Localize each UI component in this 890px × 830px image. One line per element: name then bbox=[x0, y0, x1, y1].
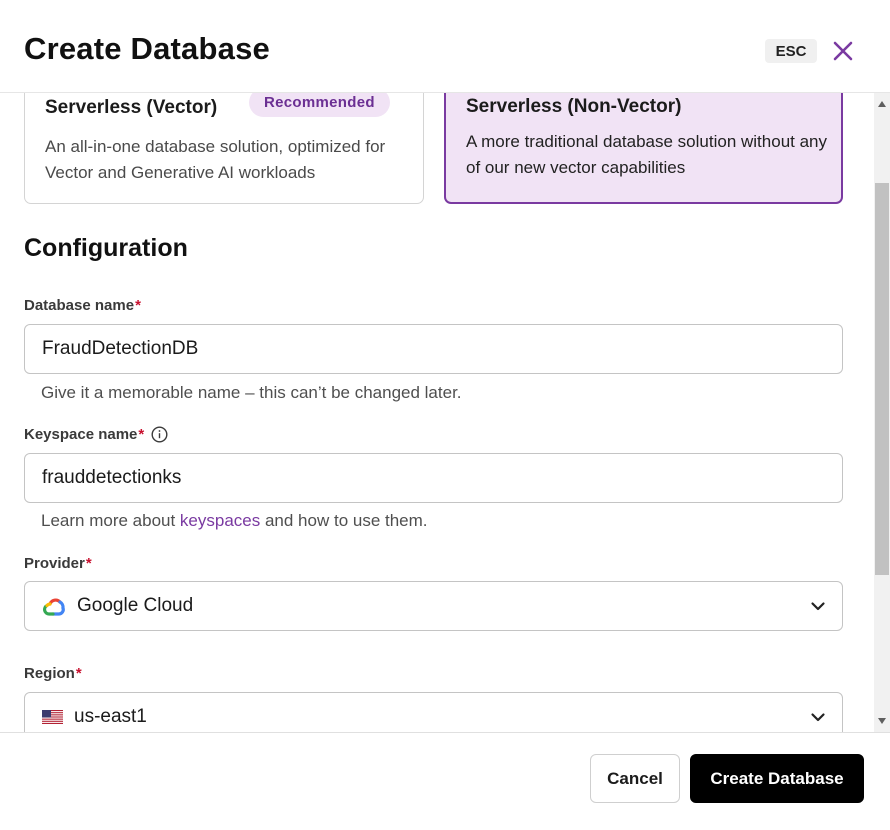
cancel-button[interactable]: Cancel bbox=[590, 754, 680, 803]
required-mark: * bbox=[85, 555, 92, 572]
keyspace-helper-text-end: and how to use them. bbox=[260, 511, 428, 530]
db-type-title: Serverless (Non-Vector) bbox=[466, 96, 682, 117]
keyspace-name-helper: Learn more about keyspaces and how to us… bbox=[41, 511, 428, 531]
configuration-heading: Configuration bbox=[24, 234, 188, 262]
scroll-down-arrow-icon[interactable] bbox=[878, 718, 886, 724]
db-type-description: An all-in-one database solution, optimiz… bbox=[45, 137, 386, 182]
chevron-down-icon bbox=[811, 713, 825, 722]
region-select[interactable]: us-east1 bbox=[24, 692, 843, 732]
required-mark: * bbox=[75, 665, 82, 682]
esc-key-hint: ESC bbox=[765, 39, 817, 63]
info-icon[interactable] bbox=[151, 426, 168, 443]
google-cloud-logo-icon bbox=[42, 598, 65, 616]
dialog-title: Create Database bbox=[24, 31, 270, 66]
provider-label: Provider * bbox=[24, 555, 92, 572]
scrollbar-thumb[interactable] bbox=[875, 183, 889, 575]
keyspace-name-label-text: Keyspace name bbox=[24, 426, 138, 443]
required-mark: * bbox=[138, 426, 145, 443]
dialog-body: Serverless (Vector) Recommended An all-i… bbox=[0, 93, 874, 732]
db-type-description: A more traditional database solution wit… bbox=[466, 132, 828, 177]
region-value: us-east1 bbox=[74, 706, 147, 727]
us-flag-icon bbox=[42, 710, 63, 724]
recommended-badge: Recommended bbox=[249, 93, 390, 117]
provider-label-text: Provider bbox=[24, 555, 85, 572]
provider-select[interactable]: Google Cloud bbox=[24, 581, 843, 631]
db-type-card-non-vector[interactable]: Serverless (Non-Vector) A more tradition… bbox=[444, 93, 843, 204]
database-name-label: Database name * bbox=[24, 297, 141, 314]
keyspaces-link[interactable]: keyspaces bbox=[180, 511, 260, 530]
keyspace-name-input[interactable] bbox=[42, 454, 802, 502]
create-database-button[interactable]: Create Database bbox=[690, 754, 864, 803]
keyspace-name-label: Keyspace name * bbox=[24, 426, 168, 443]
database-name-input[interactable] bbox=[42, 325, 802, 373]
dialog-footer: Cancel Create Database bbox=[0, 732, 890, 830]
database-name-helper: Give it a memorable name – this can’t be… bbox=[41, 383, 462, 402]
db-type-title: Serverless (Vector) bbox=[45, 97, 218, 118]
provider-value: Google Cloud bbox=[77, 595, 194, 616]
vertical-scrollbar[interactable] bbox=[874, 93, 890, 732]
database-name-field[interactable] bbox=[24, 324, 843, 374]
chevron-down-icon bbox=[811, 602, 825, 611]
keyspace-helper-text: Learn more about bbox=[41, 511, 180, 530]
keyspace-name-field[interactable] bbox=[24, 453, 843, 503]
required-mark: * bbox=[135, 297, 141, 314]
region-label: Region * bbox=[24, 665, 82, 682]
scroll-up-arrow-icon[interactable] bbox=[878, 101, 886, 107]
region-label-text: Region bbox=[24, 665, 75, 682]
db-type-card-vector[interactable]: Serverless (Vector) Recommended An all-i… bbox=[24, 93, 424, 204]
database-name-label-text: Database name bbox=[24, 297, 135, 314]
dialog-header: Create Database ESC bbox=[0, 0, 890, 93]
close-icon[interactable] bbox=[832, 40, 854, 62]
